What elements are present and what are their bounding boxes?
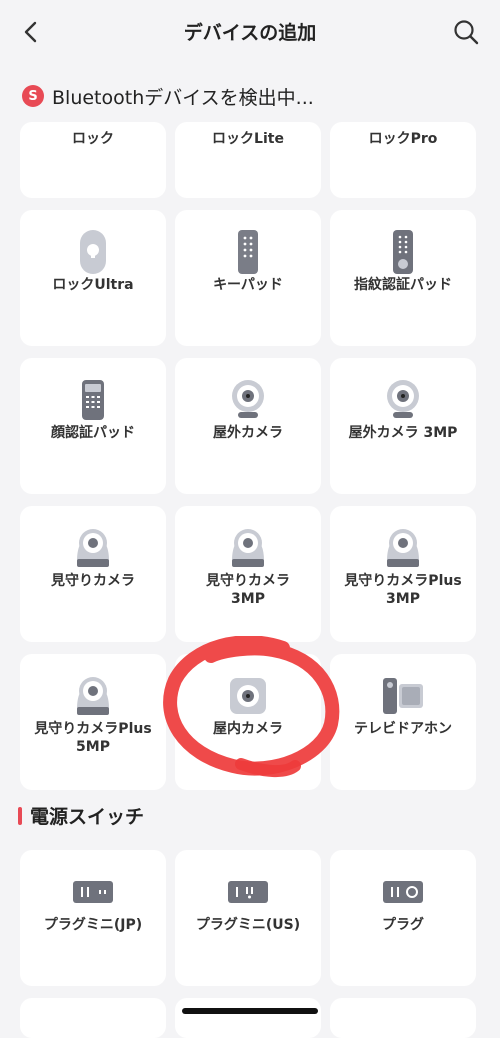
device-label: プラグ: [382, 917, 424, 933]
device-card-outdoor-camera[interactable]: 屋外カメラ: [175, 358, 321, 494]
search-icon[interactable]: [452, 18, 480, 46]
pan-tilt-camera-3mp-icon: [224, 524, 272, 572]
device-label: プラグミニ(US): [195, 917, 301, 933]
device-card-lock-pro[interactable]: ロックPro: [330, 122, 476, 198]
device-card-plug-mini-jp[interactable]: プラグミニ(JP): [20, 850, 166, 986]
scan-status-text: Bluetoothデバイスを検出中...: [52, 86, 314, 109]
pan-tilt-camera-plus-3mp-icon: [379, 524, 427, 572]
device-label: 見守りカメラ 3MP: [206, 573, 290, 607]
pan-tilt-camera-icon: [69, 524, 117, 572]
device-card-video-doorbell[interactable]: テレビドアホン: [330, 654, 476, 790]
device-label: キーパッド: [213, 277, 283, 293]
header: デバイスの追加: [0, 0, 500, 62]
device-card-pan-tilt-camera[interactable]: 見守りカメラ: [20, 506, 166, 642]
device-card-keypad[interactable]: キーパッド: [175, 210, 321, 346]
section-power-switch: 電源スイッチ: [18, 802, 144, 829]
pan-tilt-camera-plus-5mp-icon: [69, 672, 117, 720]
device-card-partial[interactable]: [330, 998, 476, 1038]
face-pad-icon: [69, 376, 117, 424]
scan-badge-icon: S: [22, 85, 44, 107]
device-card-plug-mini-us[interactable]: プラグミニ(US): [175, 850, 321, 986]
device-label: ロックPro: [368, 131, 438, 147]
keypad-icon: [224, 228, 272, 276]
device-label: テレビドアホン: [354, 721, 452, 737]
outdoor-camera-3mp-icon: [379, 376, 427, 424]
device-card-pan-tilt-camera-3mp[interactable]: 見守りカメラ 3MP: [175, 506, 321, 642]
video-doorbell-icon: [379, 672, 427, 720]
device-label: 見守りカメラPlus 3MP: [344, 573, 462, 607]
device-card-indoor-camera[interactable]: 屋内カメラ: [175, 654, 321, 790]
device-label: 屋外カメラ 3MP: [348, 425, 458, 441]
indoor-camera-icon: [224, 672, 272, 720]
device-card-pan-tilt-camera-plus-5mp[interactable]: 見守りカメラPlus 5MP: [20, 654, 166, 790]
section-accent-bar: [18, 806, 22, 825]
section-title: 電源スイッチ: [30, 806, 145, 828]
bluetooth-scan-status: S Bluetoothデバイスを検出中...: [22, 82, 314, 110]
device-label: 顔認証パッド: [51, 425, 135, 441]
lock-ultra-icon: [69, 228, 117, 276]
device-label: ロックLite: [212, 131, 284, 147]
page-title: デバイスの追加: [183, 22, 317, 44]
device-card-partial[interactable]: [175, 998, 321, 1038]
device-label: 見守りカメラPlus 5MP: [34, 721, 152, 755]
device-card-face-pad[interactable]: 顔認証パッド: [20, 358, 166, 494]
device-label: 屋内カメラ: [213, 721, 283, 737]
home-indicator[interactable]: [182, 1008, 318, 1014]
device-label: 指紋認証パッド: [354, 277, 452, 293]
device-card-lock-lite[interactable]: ロックLite: [175, 122, 321, 198]
outdoor-camera-icon: [224, 376, 272, 424]
device-card-plug[interactable]: プラグ: [330, 850, 476, 986]
plug-icon: [379, 868, 427, 916]
device-card-outdoor-camera-3mp[interactable]: 屋外カメラ 3MP: [330, 358, 476, 494]
device-label: 屋外カメラ: [213, 425, 283, 441]
device-label: ロック: [72, 131, 114, 147]
device-card-pan-tilt-camera-plus-3mp[interactable]: 見守りカメラPlus 3MP: [330, 506, 476, 642]
device-card-partial[interactable]: [20, 998, 166, 1038]
device-label: プラグミニ(JP): [43, 917, 143, 933]
fingerprint-pad-icon: [379, 228, 427, 276]
device-label: 見守りカメラ: [51, 573, 135, 589]
device-card-lock-ultra[interactable]: ロックUltra: [20, 210, 166, 346]
device-grid: ロック ロックLite ロックPro ロックUltra キーパッド 指紋認証パッ…: [20, 122, 476, 790]
device-card-lock[interactable]: ロック: [20, 122, 166, 198]
plug-mini-jp-icon: [69, 868, 117, 916]
plug-mini-us-icon: [224, 868, 272, 916]
device-label: ロックUltra: [52, 277, 134, 293]
device-card-fingerprint-pad[interactable]: 指紋認証パッド: [330, 210, 476, 346]
